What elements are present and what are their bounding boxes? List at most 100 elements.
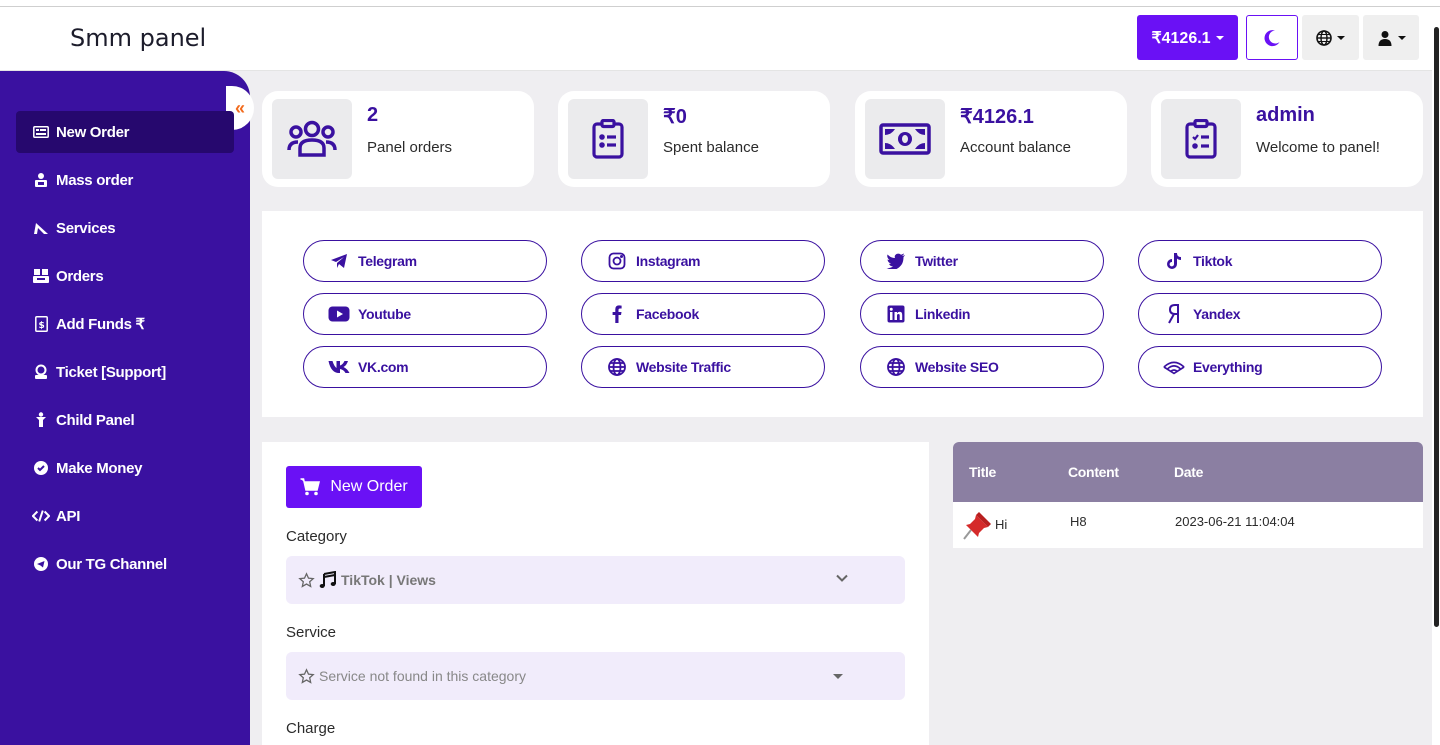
chevron-down-icon xyxy=(1215,35,1224,40)
caret-down-icon xyxy=(833,674,843,679)
news-title-cell: Hi xyxy=(995,517,1008,532)
sidebar-item-label: New Order xyxy=(56,123,130,141)
sidebar-item-mass-order[interactable]: Mass order xyxy=(16,159,234,201)
sidebar-item-label: Our TG Channel xyxy=(56,555,167,573)
theme-toggle-button[interactable] xyxy=(1246,15,1298,60)
sidebar-item-child-panel[interactable]: Child Panel xyxy=(16,399,234,441)
stat-value: ₹4126.1 xyxy=(960,106,1034,128)
news-date-cell: 2023-06-21 11:04:04 xyxy=(1175,514,1295,529)
category-select-value: TikTok | Views xyxy=(341,572,436,588)
category-facebook[interactable]: Facebook xyxy=(581,293,825,335)
category-label: Facebook xyxy=(636,306,699,322)
chevron-down-icon xyxy=(836,574,848,582)
stat-value: admin xyxy=(1256,104,1315,126)
sidebar-item-label: Mass order xyxy=(56,171,134,189)
stat-card-panel-orders: 2 Panel orders xyxy=(262,91,534,187)
category-label: Yandex xyxy=(1193,306,1241,322)
balance-dropdown-button[interactable]: ₹4126.1 xyxy=(1137,15,1238,60)
new-order-form: New Order Category TikTok | Views Servic… xyxy=(262,442,929,745)
sidebar-item-ticket-support[interactable]: Ticket [Support] xyxy=(16,351,234,393)
category-label: Telegram xyxy=(358,253,417,269)
category-label: Everything xyxy=(1193,359,1263,375)
language-dropdown-button[interactable] xyxy=(1302,15,1359,60)
charge-field-label: Charge xyxy=(286,720,336,737)
sidebar-item-label: Services xyxy=(56,219,116,237)
category-tiktok[interactable]: Tiktok xyxy=(1138,240,1382,282)
category-website-traffic[interactable]: Website Traffic xyxy=(581,346,825,388)
vk-icon xyxy=(328,360,350,374)
youtube-icon xyxy=(328,306,350,322)
money-icon xyxy=(865,99,945,179)
category-instagram[interactable]: Instagram xyxy=(581,240,825,282)
category-telegram[interactable]: Telegram xyxy=(303,240,547,282)
globe-icon xyxy=(1316,29,1332,46)
sidebar-item-orders[interactable]: Orders xyxy=(16,255,234,297)
scrollbar-thumb[interactable] xyxy=(1434,27,1439,627)
category-label: Tiktok xyxy=(1193,253,1233,269)
brand-title[interactable]: Smm panel xyxy=(70,24,206,52)
sidebar-item-api[interactable]: API xyxy=(16,495,234,537)
sidebar-item-label: API xyxy=(56,507,81,525)
category-twitter[interactable]: Twitter xyxy=(860,240,1104,282)
sidebar-item-label: Ticket [Support] xyxy=(56,363,166,381)
instagram-icon xyxy=(606,252,628,270)
moon-icon xyxy=(1264,29,1280,46)
stat-card-spent-balance: ₹0 Spent balance xyxy=(558,91,830,187)
category-website-seo[interactable]: Website SEO xyxy=(860,346,1104,388)
category-youtube[interactable]: Youtube xyxy=(303,293,547,335)
new-order-icon xyxy=(32,126,50,138)
stat-value: 2 xyxy=(367,104,379,126)
category-select[interactable]: TikTok | Views xyxy=(286,556,905,604)
category-field-label: Category xyxy=(286,528,347,545)
ticket-icon xyxy=(32,364,50,380)
category-yandex[interactable]: Yandex xyxy=(1138,293,1382,335)
news-content-cell: H8 xyxy=(1070,514,1087,529)
window-top-border xyxy=(0,0,1440,7)
sidebar-item-label: Child Panel xyxy=(56,411,135,429)
users-icon xyxy=(272,99,352,179)
sidebar-item-label: Add Funds ₹ xyxy=(56,316,145,333)
clipboard-icon xyxy=(568,99,648,179)
stat-value: ₹0 xyxy=(663,106,687,128)
sidebar-item-our-tg-channel[interactable]: Our TG Channel xyxy=(16,543,234,585)
telegram-channel-icon xyxy=(32,556,50,572)
news-table-header: Title Content Date xyxy=(953,442,1423,502)
twitter-icon xyxy=(885,253,907,269)
stat-card-account-balance: ₹4126.1 Account balance xyxy=(855,91,1127,187)
tiktok-icon xyxy=(1163,252,1185,270)
category-everything[interactable]: Everything xyxy=(1138,346,1382,388)
globe-icon xyxy=(606,358,628,376)
category-label: Youtube xyxy=(358,306,411,322)
sidebar-item-add-funds[interactable]: $ Add Funds ₹ xyxy=(16,303,234,345)
sidebar-item-label: Make Money xyxy=(56,459,143,477)
globe-icon xyxy=(885,358,907,376)
category-vk[interactable]: VK.com xyxy=(303,346,547,388)
new-order-button-label: New Order xyxy=(330,478,408,495)
top-header: Smm panel ₹4126.1 xyxy=(0,7,1432,71)
new-order-tab-button[interactable]: New Order xyxy=(286,466,422,508)
mass-order-icon xyxy=(32,172,50,188)
sidebar-item-new-order[interactable]: New Order xyxy=(16,111,234,153)
service-select-value: Service not found in this category xyxy=(319,668,527,684)
category-label: Twitter xyxy=(915,253,958,269)
sidebar-item-services[interactable]: Services xyxy=(16,207,234,249)
page-scrollbar[interactable] xyxy=(1432,7,1440,745)
service-field-label: Service xyxy=(286,624,337,641)
user-dropdown-button[interactable] xyxy=(1363,15,1419,60)
telegram-icon xyxy=(328,253,350,269)
category-linkedin[interactable]: Linkedin xyxy=(860,293,1104,335)
services-icon xyxy=(32,221,50,235)
star-outline-icon xyxy=(298,571,315,588)
orders-icon xyxy=(32,268,50,284)
sidebar-item-make-money[interactable]: Make Money xyxy=(16,447,234,489)
category-label: Website SEO xyxy=(915,359,999,375)
category-label: Website Traffic xyxy=(636,359,731,375)
child-panel-icon xyxy=(32,412,50,428)
service-select[interactable]: Service not found in this category xyxy=(286,652,905,700)
table-row: Hi H8 2023-06-21 11:04:04 xyxy=(953,502,1423,548)
column-header-title: Title xyxy=(969,464,997,480)
api-icon xyxy=(32,509,50,523)
news-table: Title Content Date Hi H8 2023-06-21 11:0… xyxy=(953,442,1423,548)
sidebar-item-label: Orders xyxy=(56,267,104,285)
linkedin-icon xyxy=(885,305,907,323)
